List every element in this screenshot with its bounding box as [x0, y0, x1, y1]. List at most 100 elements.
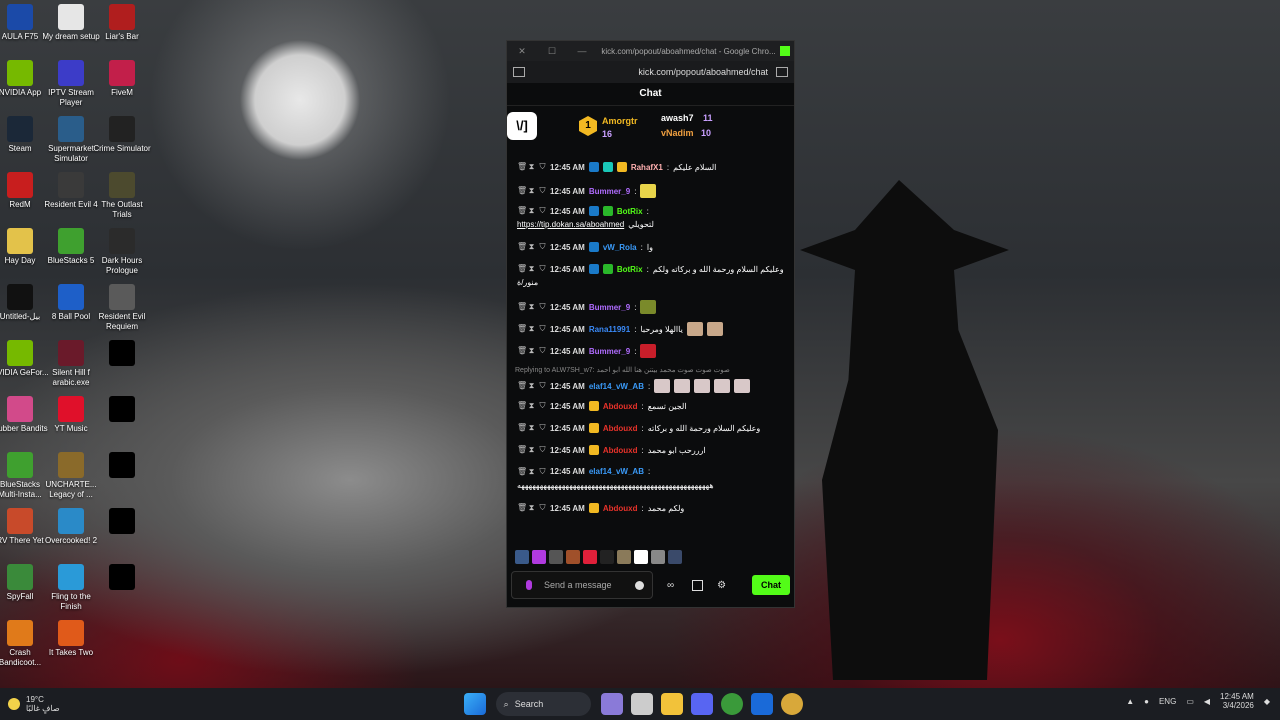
recent-emote[interactable]	[600, 550, 614, 564]
hourglass-icon[interactable]: ⧗	[528, 446, 535, 454]
trash-icon[interactable]: 🗑	[517, 504, 527, 512]
recent-emote[interactable]	[634, 550, 648, 564]
language-indicator[interactable]: ENG	[1159, 697, 1176, 706]
chat-emote[interactable]	[640, 344, 657, 358]
recent-emote[interactable]	[651, 550, 665, 564]
chat-message[interactable]: 🗑 ⧗ ⛉ 12:45 AM BotRix:	[517, 206, 649, 216]
message-link[interactable]: https://tip.dokan.sa/aboahmed	[517, 220, 624, 229]
hourglass-icon[interactable]: ⧗	[528, 382, 535, 390]
shield-icon[interactable]: ⛉	[539, 243, 546, 251]
chat-username[interactable]: RahafX1	[631, 163, 663, 172]
gear-icon[interactable]: ⚙	[717, 580, 726, 591]
chevron-up-icon[interactable]: ▲	[1126, 697, 1134, 706]
taskbar-search[interactable]: ⌕ Search	[495, 692, 591, 716]
microphone-icon[interactable]	[526, 580, 532, 590]
desktop-icon[interactable]: Dark Hours Prologue	[92, 228, 152, 276]
trash-icon[interactable]: 🗑	[517, 207, 527, 215]
hourglass-icon[interactable]: ⧗	[528, 467, 535, 476]
shield-icon[interactable]: ⛉	[539, 382, 546, 390]
desktop-icon[interactable]: Crime Simulator	[92, 116, 152, 154]
hourglass-icon[interactable]: ⧗	[528, 207, 535, 215]
volume-icon[interactable]: ◀	[1204, 697, 1210, 706]
chrome-profile-icon[interactable]	[780, 693, 803, 715]
recent-emote[interactable]	[549, 550, 563, 564]
desktop-icon[interactable]	[92, 508, 152, 536]
chat-username[interactable]: elaf14_vW_AB	[589, 382, 644, 391]
trash-icon[interactable]: 🗑	[517, 187, 527, 195]
hourglass-icon[interactable]: ⧗	[528, 243, 535, 251]
gifter-second-name[interactable]: awash7	[661, 113, 694, 123]
shield-icon[interactable]: ⛉	[539, 207, 546, 215]
url-bar[interactable]: kick.com/popout/aboahmed/chat	[507, 61, 794, 83]
chat-username[interactable]: Bummer_9	[589, 347, 630, 356]
gifter-first-name[interactable]: Amorgtr	[602, 116, 638, 126]
restore-icon[interactable]: ☐	[537, 46, 567, 57]
chat-username[interactable]: Abdouxd	[603, 402, 638, 411]
trash-icon[interactable]: 🗑	[517, 325, 527, 333]
trash-icon[interactable]: 🗑	[517, 467, 527, 476]
chat-username[interactable]: elaf14_vW_AB	[589, 467, 644, 476]
chat-username[interactable]: Rana11991	[589, 325, 630, 334]
network-icon[interactable]: ▭	[1186, 697, 1194, 706]
shield-icon[interactable]: ⛉	[539, 163, 546, 171]
desktop-icon[interactable]: The Outlast Trials	[92, 172, 152, 220]
desktop-icon[interactable]: Liar's Bar	[92, 4, 152, 42]
hourglass-icon[interactable]: ⧗	[528, 347, 535, 355]
url-text[interactable]: kick.com/popout/aboahmed/chat	[525, 67, 776, 77]
shield-icon[interactable]: ⛉	[539, 303, 546, 311]
shield-icon[interactable]: ⛉	[539, 265, 546, 273]
chat-message[interactable]: 🗑 ⧗ ⛉ 12:45 AM BotRix: وعليكم السلام ورحمة ال…	[517, 264, 784, 274]
chat-emote[interactable]	[674, 379, 691, 393]
chat-message[interactable]: 🗑 ⧗ ⛉ 12:45 AM Abdouxd: الجين تسمع	[517, 401, 687, 411]
trash-icon[interactable]: 🗑	[517, 303, 527, 311]
desktop-icon[interactable]: Resident Evil Requiem	[92, 284, 152, 332]
trash-icon[interactable]: 🗑	[517, 424, 527, 432]
chat-emote[interactable]	[640, 184, 657, 198]
hourglass-icon[interactable]: ⧗	[528, 303, 535, 311]
recent-emote[interactable]	[566, 550, 580, 564]
shield-icon[interactable]: ⛉	[539, 504, 546, 512]
chat-message[interactable]: 🗑 ⧗ ⛉ 12:45 AM RahafX1: السلام عليكم	[517, 162, 716, 172]
hourglass-icon[interactable]: ⧗	[528, 163, 535, 171]
chat-emote[interactable]	[640, 300, 657, 314]
chat-username[interactable]: vW_Rola	[603, 243, 637, 252]
recent-emote[interactable]	[617, 550, 631, 564]
shield-icon[interactable]: ⛉	[539, 467, 546, 476]
message-input[interactable]: Send a message	[511, 571, 653, 599]
file-explorer-icon[interactable]	[660, 693, 683, 715]
desktop-icon[interactable]: FiveM	[92, 60, 152, 98]
store-app-icon[interactable]	[750, 693, 773, 715]
minimize-icon[interactable]: —	[567, 46, 597, 56]
chat-message[interactable]: 🗑 ⧗ ⛉ 12:45 AM Abdouxd: ارررحب ابو محمد	[517, 445, 706, 455]
task-view-icon[interactable]	[630, 693, 653, 715]
chat-message-list[interactable]: 🗑 ⧗ ⛉ 12:45 AM RahafX1: السلام عليكم 🗑 ⧗ ⛉ 12:45 …	[507, 158, 794, 558]
hourglass-icon[interactable]: ⧗	[528, 504, 535, 512]
discord-icon[interactable]	[690, 693, 713, 715]
chat-username[interactable]: BotRix	[617, 207, 643, 216]
hourglass-icon[interactable]: ⧗	[528, 325, 535, 333]
chat-message[interactable]: 🗑 ⧗ ⛉ 12:45 AM vW_Rola: وا	[517, 242, 653, 252]
recent-emote[interactable]	[532, 550, 546, 564]
chat-emote[interactable]	[734, 379, 751, 393]
chat-message[interactable]: 🗑 ⧗ ⛉ 12:45 AM Abdouxd: وعليكم السلام ورحمة ا…	[517, 423, 760, 433]
clock[interactable]: 12:45 AM 3/4/2026	[1220, 692, 1254, 710]
chat-message[interactable]: 🗑 ⧗ ⛉ 12:45 AM elaf14_vW_AB:	[517, 379, 751, 393]
shield-icon[interactable]: ⛉	[539, 424, 546, 432]
chrome-icon[interactable]	[720, 693, 743, 715]
shield-icon[interactable]: ⛉	[539, 402, 546, 410]
voice-effects-icon[interactable]: ∞	[667, 580, 674, 591]
chat-username[interactable]: Bummer_9	[589, 303, 630, 312]
chat-emote[interactable]	[694, 379, 711, 393]
chat-username[interactable]: Bummer_9	[589, 187, 630, 196]
chat-message[interactable]: 🗑 ⧗ ⛉ 12:45 AM Bummer_9:	[517, 184, 657, 198]
trash-icon[interactable]: 🗑	[517, 347, 527, 355]
recent-emote[interactable]	[515, 550, 529, 564]
chat-username[interactable]: Abdouxd	[603, 446, 638, 455]
trash-icon[interactable]: 🗑	[517, 265, 527, 273]
recent-emote[interactable]	[583, 550, 597, 564]
trash-icon[interactable]: 🗑	[517, 163, 527, 171]
chat-emote[interactable]	[654, 379, 671, 393]
chat-message[interactable]: 🗑 ⧗ ⛉ 12:45 AM Bummer_9:	[517, 344, 657, 358]
desktop-icon[interactable]	[92, 564, 152, 592]
shield-icon[interactable]: ⛉	[539, 325, 546, 333]
